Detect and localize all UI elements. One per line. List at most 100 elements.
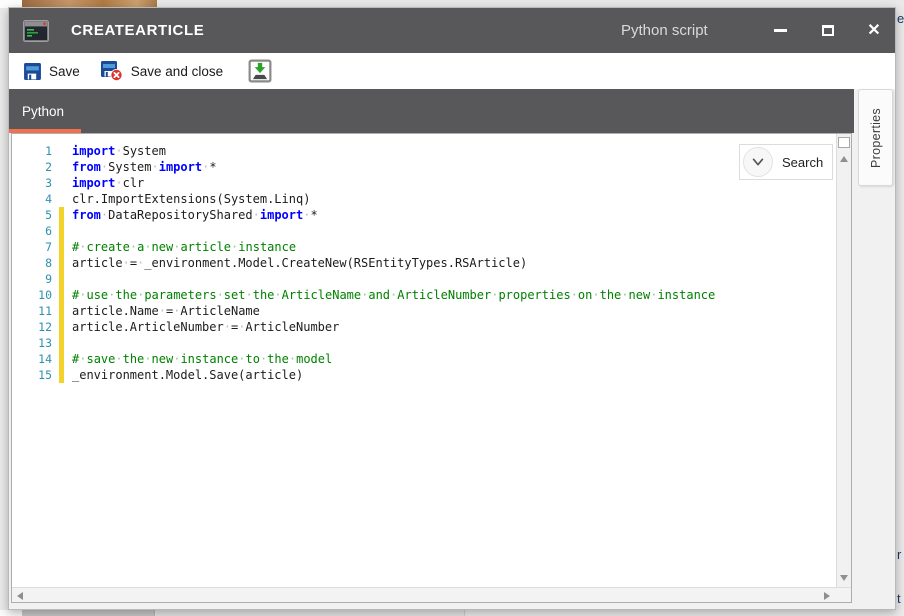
code-line-text: import·clr — [72, 175, 144, 191]
code-line[interactable]: 1import·System — [12, 143, 835, 159]
maximize-button[interactable] — [809, 8, 847, 53]
unchanged-line-marker — [59, 175, 64, 191]
code-line-text: from·DataRepositoryShared·import·* — [72, 207, 318, 223]
page-behind-text-fragment: r — [897, 547, 901, 562]
window-title: CREATEARTICLE — [71, 22, 204, 39]
code-line[interactable]: 8article·=·_environment.Model.CreateNew(… — [12, 255, 835, 271]
change-bar-gutter — [59, 351, 72, 367]
scroll-right-icon[interactable] — [824, 592, 830, 600]
import-script-button[interactable] — [243, 56, 277, 86]
python-script-dialog: CREATEARTICLE Python script ✕ Save — [8, 7, 896, 610]
code-line-text: from·System·import·* — [72, 159, 217, 175]
horizontal-scrollbar[interactable] — [12, 587, 851, 602]
close-button[interactable]: ✕ — [855, 8, 893, 53]
page-behind-table-cell-fragment — [156, 610, 465, 616]
page-behind-text-fragment: e — [897, 11, 904, 26]
change-bar-gutter — [59, 175, 72, 191]
changed-line-marker — [59, 351, 64, 367]
change-bar-gutter — [59, 223, 72, 239]
change-bar-gutter — [59, 191, 72, 207]
code-line[interactable]: 15_environment.Model.Save(article) — [12, 367, 835, 383]
line-number: 10 — [12, 287, 59, 303]
save-and-close-button-label: Save and close — [131, 64, 223, 79]
tab-bar: Python — [9, 89, 854, 133]
screen: e r t CREATEARTICLE Python script ✕ — [0, 0, 904, 616]
tab-python-label: Python — [22, 104, 64, 119]
page-behind-bottom-strip — [0, 610, 22, 616]
changed-line-marker — [59, 335, 64, 351]
change-bar-gutter — [59, 159, 72, 175]
line-number: 4 — [12, 191, 59, 207]
code-line-text: #·create·a·new·article·instance — [72, 239, 296, 255]
code-line-text: article·=·_environment.Model.CreateNew(R… — [72, 255, 527, 271]
code-line-text: #·save·the·new·instance·to·the·model — [72, 351, 332, 367]
line-number: 11 — [12, 303, 59, 319]
floppy-disk-cancel-icon — [100, 60, 124, 82]
change-bar-gutter — [59, 143, 72, 159]
line-number: 12 — [12, 319, 59, 335]
line-number: 7 — [12, 239, 59, 255]
unchanged-line-marker — [59, 159, 64, 175]
changed-line-marker — [59, 207, 64, 223]
change-bar-gutter — [59, 287, 72, 303]
scroll-up-icon[interactable] — [840, 156, 848, 162]
line-number: 2 — [12, 159, 59, 175]
changed-line-marker — [59, 319, 64, 335]
tab-properties[interactable]: Properties — [858, 89, 893, 186]
vertical-scrollbar-thumb[interactable] — [838, 137, 850, 148]
line-number: 5 — [12, 207, 59, 223]
code-editor: 1import·System2 from·System·import·* 3 impo… — [11, 133, 852, 603]
code-line[interactable]: 5 from·DataRepositoryShared·import·* — [12, 207, 835, 223]
changed-line-marker — [59, 271, 64, 287]
toolbar: Save Save and close — [9, 53, 895, 89]
save-and-close-button[interactable]: Save and close — [90, 56, 233, 86]
code-line[interactable]: 4clr.ImportExtensions(System.Linq) — [12, 191, 835, 207]
chevron-down-icon — [750, 155, 766, 169]
line-number: 3 — [12, 175, 59, 191]
floppy-disk-icon — [23, 62, 42, 81]
window-subtitle: Python script — [621, 8, 708, 53]
change-bar-gutter — [59, 319, 72, 335]
code-line[interactable]: 6 — [12, 223, 835, 239]
import-script-icon — [248, 59, 272, 83]
changed-line-marker — [59, 239, 64, 255]
maximize-icon — [822, 25, 834, 36]
scroll-left-icon[interactable] — [17, 592, 23, 600]
change-bar-gutter — [59, 207, 72, 223]
code-line-text: _environment.Model.Save(article) — [72, 367, 303, 383]
unchanged-line-marker — [59, 191, 64, 207]
script-window-icon — [23, 20, 49, 42]
change-bar-gutter — [59, 367, 72, 383]
save-button-label: Save — [49, 64, 80, 79]
code-line[interactable]: 11 article.Name·=·ArticleName — [12, 303, 835, 319]
code-line[interactable]: 12 article.ArticleNumber·=·ArticleNumber — [12, 319, 835, 335]
code-line[interactable]: 9 — [12, 271, 835, 287]
code-line-text: article.ArticleNumber·=·ArticleNumber — [72, 319, 339, 335]
chevron-down-button[interactable] — [743, 147, 773, 177]
page-behind-table-header-fragment — [22, 610, 155, 616]
changed-line-marker — [59, 255, 64, 271]
line-number: 9 — [12, 271, 59, 287]
minimize-button[interactable] — [761, 8, 799, 53]
code-line[interactable]: 10 #·use·the·parameters·set·the·ArticleNa… — [12, 287, 835, 303]
code-line[interactable]: 14#·save·the·new·instance·to·the·model — [12, 351, 835, 367]
search-label: Search — [782, 155, 823, 170]
tab-properties-label: Properties — [869, 108, 883, 168]
code-line[interactable]: 3 import·clr — [12, 175, 835, 191]
code-line-text: #·use·the·parameters·set·the·ArticleName… — [72, 287, 715, 303]
save-button[interactable]: Save — [13, 58, 90, 85]
line-number: 13 — [12, 335, 59, 351]
search-dropdown-button[interactable]: Search — [739, 144, 833, 180]
code-line[interactable]: 7 #·create·a·new·article·instance — [12, 239, 835, 255]
code-editor-lines[interactable]: 1import·System2 from·System·import·* 3 impo… — [12, 134, 835, 587]
line-number: 6 — [12, 223, 59, 239]
close-icon: ✕ — [867, 23, 880, 39]
tab-python[interactable]: Python — [22, 89, 64, 133]
titlebar[interactable]: CREATEARTICLE Python script ✕ — [9, 8, 895, 53]
code-line[interactable]: 13 — [12, 335, 835, 351]
code-line[interactable]: 2 from·System·import·* — [12, 159, 835, 175]
scroll-down-icon[interactable] — [840, 575, 848, 581]
change-bar-gutter — [59, 255, 72, 271]
code-line-text: article.Name·=·ArticleName — [72, 303, 260, 319]
vertical-scrollbar[interactable] — [836, 134, 851, 587]
